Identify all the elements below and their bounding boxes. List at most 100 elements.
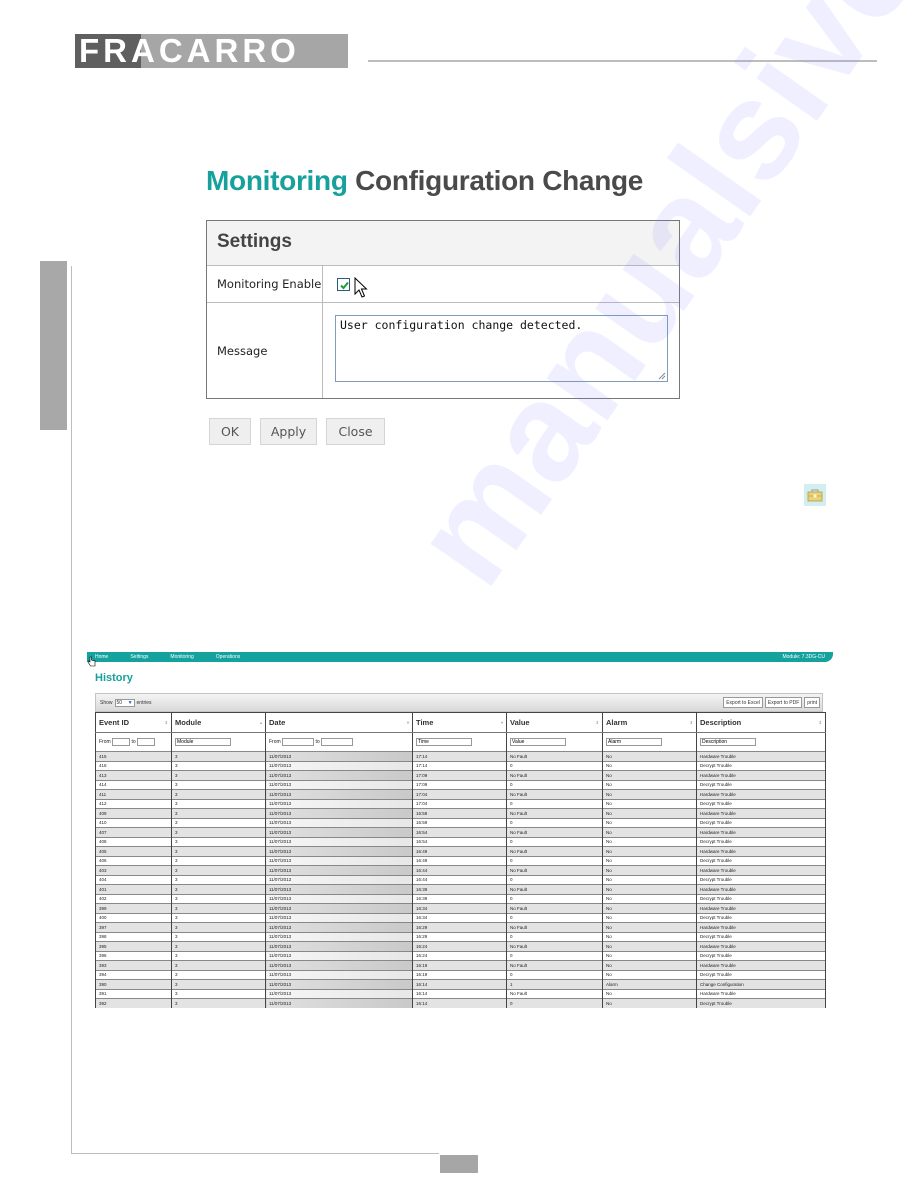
col-event-id[interactable]: Event ID ⇕ [95, 712, 172, 733]
close-button[interactable]: Close [326, 418, 385, 445]
title-rest: Configuration Change [355, 165, 644, 196]
cell-alarm: No [602, 884, 697, 894]
cell-description: Hardware Trouble [696, 808, 826, 818]
description-filter-input[interactable] [700, 738, 756, 746]
cell-alarm: No [602, 789, 697, 799]
cell-time: 17:04 [412, 789, 507, 799]
table-row[interactable]: 399 3 11/07/2013 16:34 No Fault No Hardware Tr… [95, 903, 826, 913]
cell-module: 3 [171, 855, 266, 866]
table-row[interactable]: 402 3 11/07/2013 16:39 0 No Decrypt Trouble [95, 893, 826, 904]
cell-alarm: No [602, 855, 697, 866]
table-row[interactable]: 416 3 11/07/2013 17:14 0 No Decrypt Trouble [95, 760, 826, 771]
table-row[interactable]: 410 3 11/07/2013 16:59 0 No Decrypt Trouble [95, 817, 826, 828]
time-filter-input[interactable] [416, 738, 472, 746]
page-title: Monitoring Configuration Change [206, 165, 643, 197]
entries-select[interactable]: 50 ▼ [114, 699, 135, 707]
print-button[interactable]: print [804, 697, 820, 708]
export-excel-button[interactable]: Export to Excel [723, 697, 763, 708]
cell-description: Hardware Trouble [696, 865, 826, 875]
cell-value: 0 [506, 836, 603, 847]
table-row[interactable]: 408 3 11/07/2013 16:54 0 No Decrypt Trouble [95, 836, 826, 847]
cell-module: 3 [171, 846, 266, 856]
alarm-filter-input[interactable] [606, 738, 662, 746]
checkmark-icon [340, 281, 349, 290]
col-alarm[interactable]: Alarm ⇕ [602, 712, 697, 733]
col-module[interactable]: Module ▴ [171, 712, 266, 733]
cell-date: 11/07/2013 [265, 760, 413, 771]
table-row[interactable]: 400 3 11/07/2013 16:34 0 No Decrypt Trouble [95, 912, 826, 923]
table-row[interactable]: 395 3 11/07/2013 16:24 No Fault No Hardware Tr… [95, 941, 826, 951]
header-rule [368, 60, 877, 62]
cell-module: 3 [171, 827, 266, 837]
table-row[interactable]: 394 3 11/07/2013 16:19 0 No Decrypt Trouble [95, 969, 826, 980]
cell-module: 3 [171, 798, 266, 809]
nav-home[interactable]: Home [95, 654, 108, 660]
cell-date: 11/07/2013 [265, 912, 413, 923]
col-description[interactable]: Description ⇕ [696, 712, 826, 733]
resize-grip-icon[interactable] [658, 372, 666, 380]
table-row[interactable]: 396 3 11/07/2013 16:24 0 No Decrypt Trouble [95, 950, 826, 961]
table-row[interactable]: 401 3 11/07/2013 16:39 No Fault No Hardware Tr… [95, 884, 826, 894]
table-row[interactable]: 404 3 11/07/2013 16:44 0 No Decrypt Trouble [95, 874, 826, 885]
cell-description: Hardware Trouble [696, 941, 826, 951]
sort-icon: ▴ [259, 720, 262, 725]
cell-time: 16:34 [412, 912, 507, 923]
event-from-input[interactable] [112, 738, 131, 746]
cell-date: 11/07/2013 [265, 798, 413, 809]
table-row[interactable]: 409 3 11/07/2013 16:59 No Fault No Hardware Tr… [95, 808, 826, 818]
cell-event-id: 392 [95, 998, 172, 1008]
nav-operations[interactable]: Operations [216, 654, 240, 660]
table-row[interactable]: 407 3 11/07/2013 16:54 No Fault No Hardware Tr… [95, 827, 826, 837]
table-row[interactable]: 390 3 11/07/2013 16:14 1 Alarm Change Configur… [95, 979, 826, 989]
table-row[interactable]: 405 3 11/07/2013 16:49 No Fault No Hardware Tr… [95, 846, 826, 856]
table-row[interactable]: 403 3 11/07/2013 16:44 No Fault No Hardware Tr… [95, 865, 826, 875]
table-row[interactable]: 398 3 11/07/2013 16:29 0 No Decrypt Trouble [95, 931, 826, 942]
col-value[interactable]: Value ⇕ [506, 712, 603, 733]
cell-time: 16:44 [412, 874, 507, 885]
cell-event-id: 412 [95, 798, 172, 809]
cell-alarm: No [602, 950, 697, 961]
monitoring-enable-row: Monitoring Enable [207, 266, 679, 303]
table-row[interactable]: 411 3 11/07/2013 17:04 No Fault No Hardware Tr… [95, 789, 826, 799]
ok-button[interactable]: OK [209, 418, 251, 445]
cell-time: 16:39 [412, 893, 507, 904]
cell-date: 11/07/2013 [265, 846, 413, 856]
title-accent: Monitoring [206, 165, 348, 196]
event-to-input[interactable] [137, 738, 156, 746]
table-header-row: Event ID ⇕ Module ▴ Date ▾ Time ▾ Value ⇕ Ala… [95, 712, 826, 733]
cell-time: 17:14 [412, 751, 507, 761]
monitoring-enable-checkbox[interactable] [337, 278, 350, 291]
hand-cursor-icon [87, 656, 96, 667]
table-row[interactable]: 391 3 11/07/2013 16:14 No Fault No Hardware Tr… [95, 988, 826, 999]
dialog-buttons: OK Apply Close [209, 418, 385, 445]
cell-alarm: No [602, 893, 697, 904]
cell-alarm: No [602, 969, 697, 980]
table-row[interactable]: 392 3 11/07/2013 16:14 0 No Decrypt Trouble [95, 998, 826, 1008]
col-time[interactable]: Time ▾ [412, 712, 507, 733]
cell-alarm: Alarm [602, 979, 697, 989]
cell-time: 17:14 [412, 760, 507, 771]
export-pdf-button[interactable]: Export to PDF [764, 697, 803, 708]
table-row[interactable]: 415 3 11/07/2013 17:14 No Fault No Hardware Tr… [95, 751, 826, 761]
cell-event-id: 411 [95, 789, 172, 799]
table-row[interactable]: 414 3 11/07/2013 17:09 0 No Decrypt Trouble [95, 779, 826, 790]
value-filter-input[interactable] [510, 738, 566, 746]
history-screenshot: Home Settings Monitoring Operations Modu… [87, 652, 833, 1008]
date-from-input[interactable] [282, 738, 315, 746]
module-filter-input[interactable] [175, 738, 231, 746]
cell-date: 11/07/2013 [265, 988, 413, 999]
nav-settings[interactable]: Settings [130, 654, 148, 660]
apply-button[interactable]: Apply [260, 418, 317, 445]
message-textarea[interactable]: User configuration change detected. [335, 315, 668, 382]
table-row[interactable]: 393 3 11/07/2013 16:19 No Fault No Hardware Tr… [95, 960, 826, 970]
cell-event-id: 416 [95, 760, 172, 771]
date-to-input[interactable] [321, 738, 354, 746]
table-row[interactable]: 397 3 11/07/2013 16:29 No Fault No Hardware Tr… [95, 922, 826, 932]
table-row[interactable]: 413 3 11/07/2013 17:09 No Fault No Hardware Tr… [95, 770, 826, 780]
logo-text: FRACARRO [79, 34, 300, 68]
cell-alarm: No [602, 874, 697, 885]
table-row[interactable]: 412 3 11/07/2013 17:04 0 No Decrypt Trouble [95, 798, 826, 809]
table-row[interactable]: 406 3 11/07/2013 16:49 0 No Decrypt Trouble [95, 855, 826, 866]
nav-monitoring[interactable]: Monitoring [170, 654, 193, 660]
col-date[interactable]: Date ▾ [265, 712, 413, 733]
